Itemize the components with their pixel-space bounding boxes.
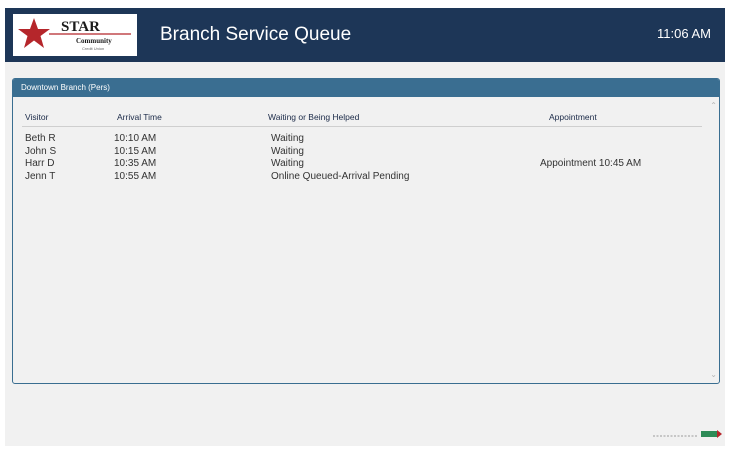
star-logo-icon: STAR Community Credit Union — [18, 18, 131, 51]
arrival-time: 10:55 AM — [114, 170, 157, 182]
header-divider — [22, 126, 702, 127]
queue-panel: Downtown Branch (Pers) Visitor Arrival T… — [12, 78, 720, 384]
page-title: Branch Service Queue — [160, 24, 352, 45]
logo-name: STAR — [61, 19, 100, 35]
logo-line3: Credit Union — [82, 46, 104, 51]
clock-time: 11:06 AM — [657, 26, 711, 41]
header-bar: STAR Community Credit Union Branch Servi… — [5, 8, 725, 62]
arrival-time: 10:10 AM — [114, 133, 157, 144]
appointment-text: Appointment 10:45 AM — [540, 158, 642, 169]
column-header-arrival: Arrival Time — [117, 112, 162, 122]
visitor-name: Beth R — [25, 133, 56, 144]
arrival-time: 10:15 AM — [114, 145, 157, 157]
table-row: John S 10:15 AM Waiting — [13, 146, 703, 159]
status-text: Waiting — [271, 145, 304, 157]
visitor-name: John S — [25, 145, 57, 157]
column-header-visitor: Visitor — [25, 112, 49, 122]
panel-title: Downtown Branch (Pers) — [13, 79, 719, 97]
table-row: Jenn T 10:55 AM Online Queued-Arrival Pe… — [13, 171, 703, 184]
logo-line2: Community — [76, 37, 112, 45]
queue-list: Beth R 10:10 AM Waiting John S 10:15 AM … — [13, 133, 703, 183]
table-row: Harr D 10:35 AM Waiting Appointment 10:4… — [13, 158, 703, 171]
column-header-status: Waiting or Being Helped — [268, 112, 360, 122]
table-row: Beth R 10:10 AM Waiting — [13, 133, 703, 146]
status-text: Waiting — [271, 133, 304, 144]
visitor-name: Jenn T — [25, 170, 56, 182]
chevron-down-icon[interactable]: ⌄ — [710, 370, 717, 379]
column-header-appointment: Appointment — [549, 112, 597, 122]
status-text: Waiting — [271, 158, 304, 169]
app-frame: STAR Community Credit Union Branch Servi… — [5, 8, 725, 446]
brand-logo: STAR Community Credit Union — [13, 14, 137, 56]
vendor-logo-icon — [653, 430, 722, 438]
arrival-time: 10:35 AM — [114, 158, 157, 169]
status-text: Online Queued-Arrival Pending — [271, 170, 410, 182]
visitor-name: Harr D — [25, 158, 55, 169]
chevron-up-icon[interactable]: ⌃ — [710, 101, 717, 110]
